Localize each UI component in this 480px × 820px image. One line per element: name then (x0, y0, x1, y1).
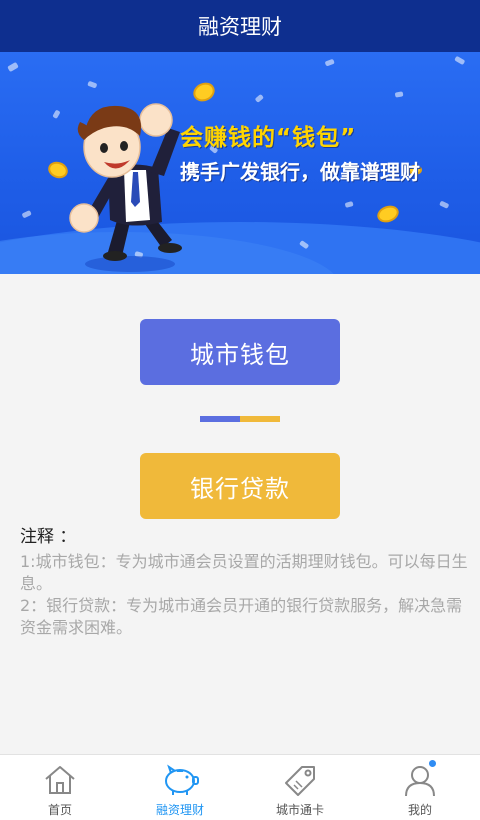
notification-badge (429, 760, 436, 767)
price-tag-icon (282, 761, 318, 799)
home-icon (43, 761, 77, 799)
page-title: 融资理财 (198, 15, 282, 39)
note-item: 1:城市钱包：专为城市通会员设置的活期理财钱包。可以每日生息。 (20, 552, 468, 593)
notes-section: 注释 ： 1:城市钱包：专为城市通会员设置的活期理财钱包。可以每日生息。 2：银… (20, 522, 475, 639)
tab-finance-label: 融资理财 (155, 803, 204, 817)
tab-home[interactable]: 首页 (0, 755, 120, 820)
banner-headline: 会赚钱的“钱包” (180, 125, 357, 151)
tab-mine-label: 我的 (407, 803, 432, 817)
tab-city-card-label: 城市通卡 (275, 803, 324, 817)
section-divider (200, 416, 280, 422)
tab-home-label: 首页 (47, 803, 72, 817)
city-wallet-label: 城市钱包 (190, 340, 290, 369)
tab-finance[interactable]: 融资理财 (120, 755, 240, 820)
promo-banner[interactable]: 会赚钱的“钱包” 携手广发银行，做靠谱理财 (0, 52, 480, 274)
notes-title: 注释 ： (20, 527, 77, 547)
divider-yellow (240, 416, 280, 422)
divider-blue (200, 416, 240, 422)
tab-mine[interactable]: 我的 (360, 755, 480, 820)
bank-loan-button[interactable]: 银行贷款 (140, 453, 340, 519)
tab-city-card[interactable]: 城市通卡 (240, 755, 360, 820)
header-bar: 融资理财 (0, 0, 480, 52)
bottom-tab-bar: 首页 融资理财 城市通卡 我的 (0, 754, 480, 820)
city-wallet-button[interactable]: 城市钱包 (140, 319, 340, 385)
piggy-bank-icon (160, 761, 200, 799)
note-item: 2：银行贷款：专为城市通会员开通的银行贷款服务，解决急需资金需求困难。 (20, 596, 463, 637)
bank-loan-label: 银行贷款 (190, 474, 290, 503)
banner-subline: 携手广发银行，做靠谱理财 (180, 160, 420, 184)
